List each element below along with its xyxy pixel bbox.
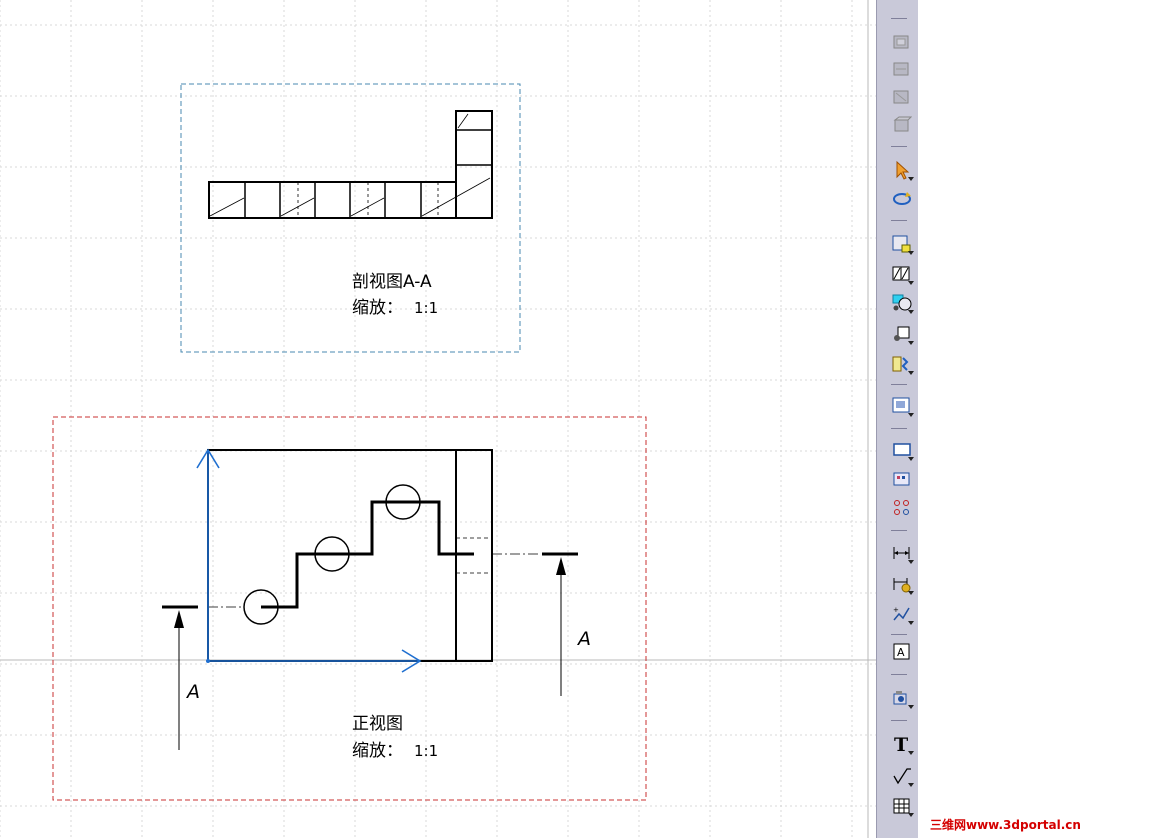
chevron-down-icon[interactable] — [908, 281, 914, 285]
toolbar-separator — [891, 384, 907, 385]
section-view-icon[interactable] — [889, 262, 915, 286]
text-tool-icon[interactable]: T — [889, 732, 915, 756]
toolbar-separator — [891, 530, 907, 531]
toolbar-separator — [891, 18, 907, 19]
section-view-scale-value: 1:1 — [414, 299, 438, 317]
section-letter-right: A — [576, 628, 591, 650]
dimension-tool-icon[interactable] — [889, 541, 915, 565]
toolbar-separator — [891, 634, 907, 635]
section-hatch — [209, 197, 245, 217]
text-frame-tool-icon[interactable]: A — [889, 640, 915, 664]
annotation-tool-icon[interactable] — [889, 686, 915, 710]
chevron-down-icon[interactable] — [908, 591, 914, 595]
chevron-down-icon[interactable] — [908, 751, 914, 755]
points-tool-icon[interactable] — [889, 495, 915, 519]
clipping-view-icon[interactable] — [889, 322, 915, 346]
toolbar-separator — [891, 146, 907, 147]
site-watermark: 三维网www.3dportal.cn — [930, 818, 1081, 832]
section-view-scale-label: 缩放： — [352, 298, 403, 318]
chevron-down-icon[interactable] — [908, 560, 914, 564]
section-view-geometry — [208, 110, 493, 219]
projection-view-icon[interactable] — [889, 57, 915, 81]
axis-origin — [206, 659, 210, 663]
chevron-down-icon[interactable] — [908, 177, 914, 181]
chevron-down-icon[interactable] — [908, 310, 914, 314]
svg-text:+: + — [893, 606, 899, 614]
front-view-title: 正视图 — [352, 714, 403, 734]
section-hatch — [280, 197, 315, 217]
view-creation-icon[interactable] — [889, 30, 915, 54]
chevron-down-icon[interactable] — [908, 371, 914, 375]
chevron-down-icon[interactable] — [908, 457, 914, 461]
chevron-down-icon[interactable] — [908, 341, 914, 345]
front-view-scale-label: 缩放： — [352, 741, 403, 761]
front-view-scale-value: 1:1 — [414, 742, 438, 760]
view-arrowhead-right — [556, 557, 566, 575]
roughness-symbol-icon[interactable] — [889, 764, 915, 788]
dimension-edit-icon[interactable] — [889, 572, 915, 596]
auxiliary-view-icon[interactable] — [889, 85, 915, 109]
select-arrow-icon[interactable] — [889, 158, 915, 182]
isometric-view-icon[interactable] — [889, 113, 915, 137]
section-hatch — [457, 113, 469, 129]
tolerance-tool-icon[interactable]: + — [889, 602, 915, 626]
section-hatch — [350, 197, 385, 217]
toolbar-separator — [891, 428, 907, 429]
toolbar-separator — [891, 220, 907, 221]
rectangle-tool-icon[interactable] — [889, 438, 915, 462]
section-view-title: 剖视图A-A — [352, 272, 432, 292]
chevron-down-icon[interactable] — [908, 705, 914, 709]
drawing-sheet[interactable]: 剖视图A-A 缩放： 1:1 A A 正视图 缩放： 1:1 — [0, 0, 1152, 838]
grid-snap-icon[interactable] — [889, 467, 915, 491]
chevron-down-icon[interactable] — [908, 621, 914, 625]
chevron-down-icon[interactable] — [908, 813, 914, 817]
front-view-frame[interactable] — [52, 416, 647, 801]
break-view-icon[interactable] — [889, 352, 915, 376]
toolbar-separator — [891, 720, 907, 721]
detail-view-icon[interactable] — [889, 291, 915, 315]
view-axis-system[interactable] — [196, 448, 422, 673]
chevron-down-icon[interactable] — [908, 413, 914, 417]
section-letter-left: A — [185, 681, 200, 703]
section-horizontal-bar — [208, 181, 457, 219]
toolbar-separator — [891, 674, 907, 675]
svg-text:T: T — [894, 734, 908, 755]
svg-text:A: A — [897, 646, 905, 659]
view-arrowhead-left — [174, 610, 184, 628]
chevron-down-icon[interactable] — [908, 251, 914, 255]
chevron-down-icon[interactable] — [908, 783, 914, 787]
cut-path — [261, 500, 474, 609]
sheet-grid — [0, 0, 876, 838]
table-tool-icon[interactable] — [889, 794, 915, 818]
drawing-toolbar: + A T — [876, 0, 918, 838]
sheet-frame-icon[interactable] — [889, 232, 915, 256]
section-cutting-line[interactable] — [162, 500, 578, 750]
rotate-view-icon[interactable] — [889, 186, 915, 210]
view-from-3d-icon[interactable] — [889, 394, 915, 418]
